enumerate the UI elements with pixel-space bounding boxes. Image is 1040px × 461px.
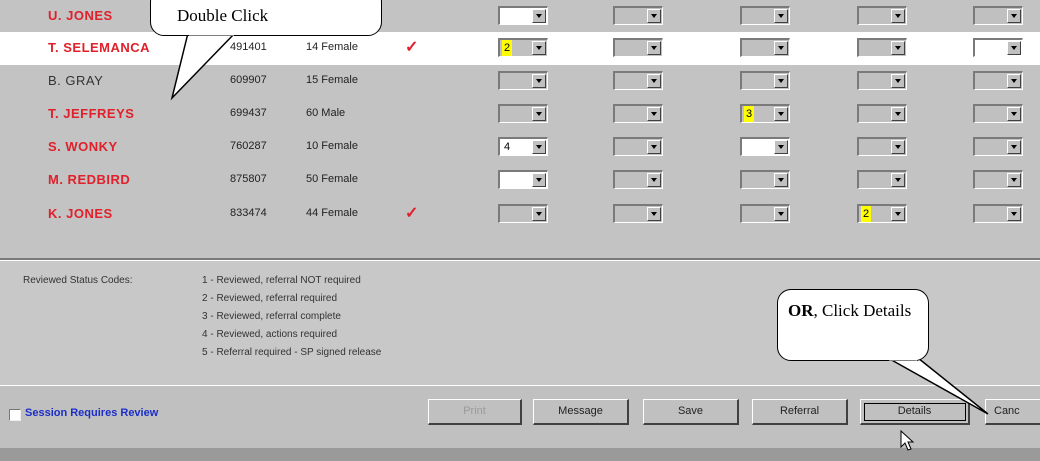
callout-tails — [170, 32, 989, 415]
double-click-callout-text: Double Click — [177, 6, 269, 25]
double-click-callout: Double Click — [150, 0, 382, 36]
details-callout-or: OR — [788, 301, 814, 320]
mouse-cursor-icon — [900, 430, 914, 451]
details-callout: OR, Click Details — [777, 289, 929, 361]
details-callout-text: , Click Details — [813, 301, 912, 320]
double-click-callout-tail — [170, 32, 236, 101]
details-callout-tail — [887, 357, 989, 415]
